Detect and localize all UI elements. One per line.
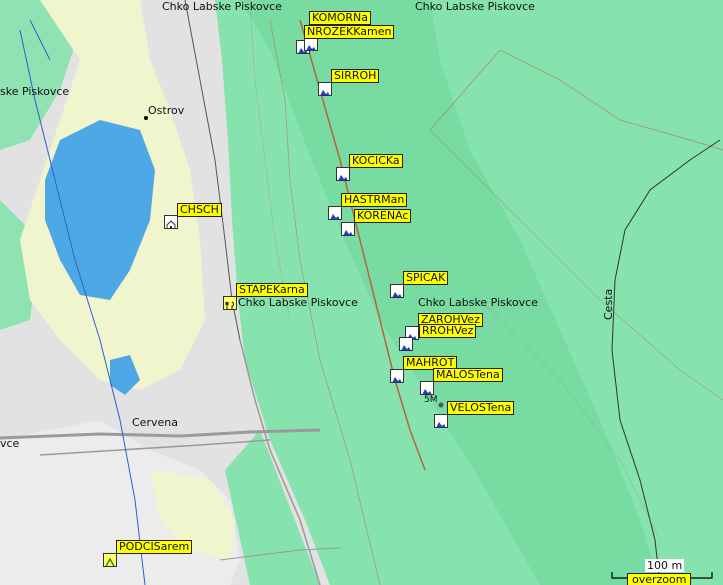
- place-label-vce: vce: [0, 437, 20, 450]
- scale-bar-label: 100 m: [645, 559, 685, 572]
- overzoom-indicator: overzoom: [627, 573, 692, 585]
- road-label-cesta: Cesta: [602, 288, 615, 320]
- place-label-ostrov: Ostrov: [148, 104, 185, 117]
- peak-icon: [390, 369, 404, 383]
- poi-label: SPICAK: [403, 271, 449, 285]
- poi-label: STAPEKarna: [236, 283, 308, 297]
- poi-label: HASTRMan: [341, 193, 408, 207]
- elevation-marker-label: 5M: [424, 395, 438, 405]
- peak-icon: [328, 206, 342, 220]
- peak-icon: [341, 222, 355, 236]
- peak-icon: [399, 337, 413, 351]
- restaurant-icon: [223, 296, 237, 310]
- poi-label: SIRROH: [331, 69, 380, 83]
- poi-label: KOMORNa: [309, 11, 372, 25]
- place-label-chko-top-right: Chko Labske Piskovce: [415, 0, 535, 13]
- place-label-chko-mid: Chko Labske Piskovce: [238, 296, 358, 309]
- poi-label: KOCICKa: [349, 154, 403, 168]
- peak-icon: [434, 414, 448, 428]
- place-label-chko-top-left: Chko Labske Piskovce: [162, 0, 282, 13]
- poi-label: RROHVez: [419, 324, 477, 338]
- place-label-chko-mid-right: Chko Labske Piskovce: [418, 296, 538, 309]
- peak-icon: [390, 284, 404, 298]
- poi-label: VELOSTena: [447, 401, 515, 415]
- place-label-cervena: Cervena: [132, 416, 178, 429]
- poi-label: PODCISarem: [116, 540, 193, 554]
- hut-icon: [164, 215, 178, 229]
- poi-label: KORENAc: [354, 209, 412, 223]
- poi-label: NROZEKKamen: [304, 25, 395, 39]
- peak-icon: [420, 381, 434, 395]
- poi-label: MALOSTena: [433, 368, 503, 382]
- peak-icon: [304, 37, 318, 51]
- poi-label: CHSCH: [177, 203, 222, 217]
- map-view[interactable]: Chko Labske Piskovce Chko Labske Piskovc…: [0, 0, 723, 585]
- place-label-piskovce-left: ske Piskovce: [0, 85, 70, 98]
- peak-icon: [318, 82, 332, 96]
- campsite-icon: [103, 553, 117, 567]
- peak-icon: [336, 167, 350, 181]
